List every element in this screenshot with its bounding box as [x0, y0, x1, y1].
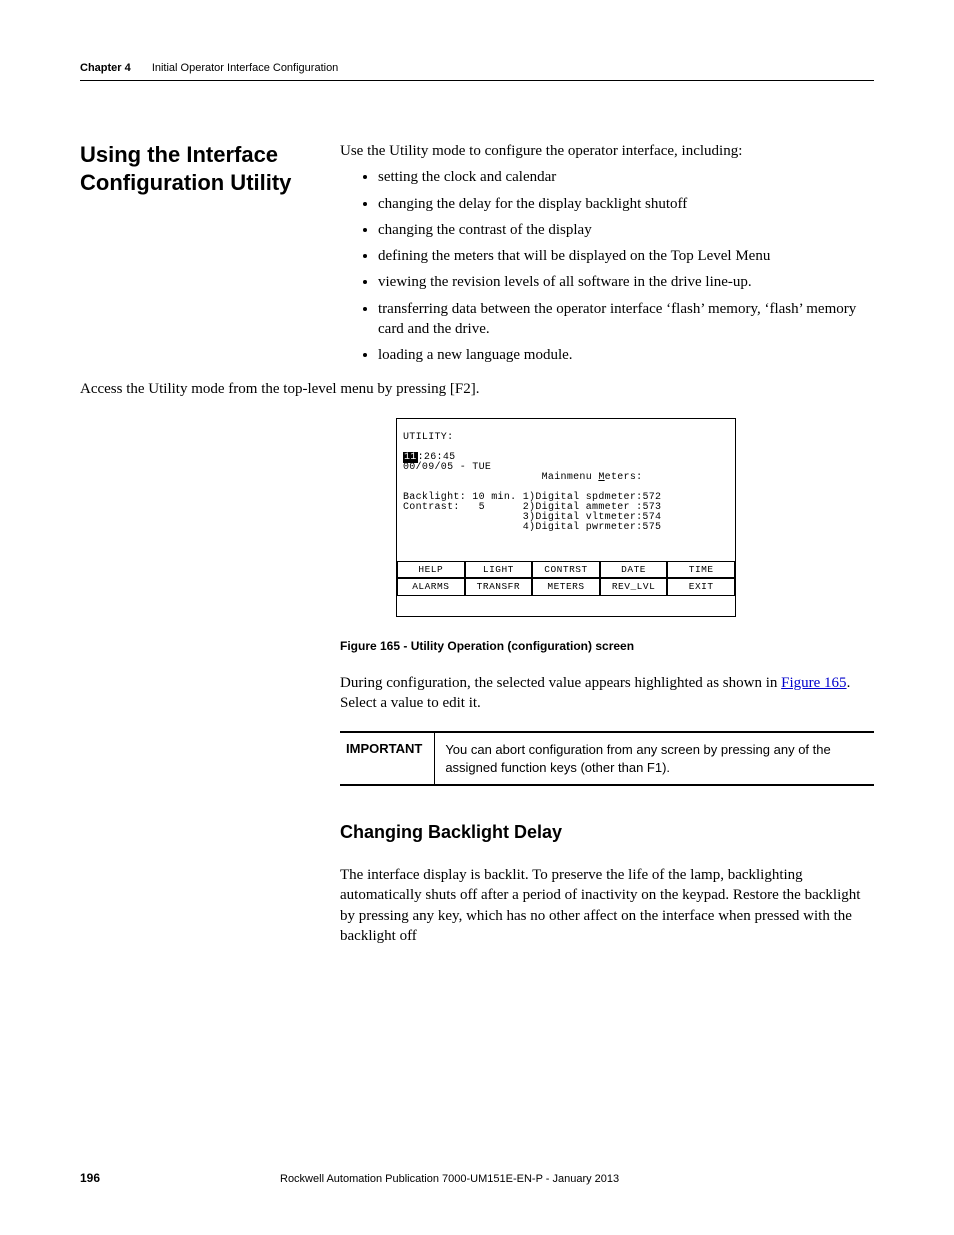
utility-screen-figure: UTILITY: 11:26:45 00/09/05 - TUE Mainmen…: [396, 418, 736, 617]
lcd-screen: UTILITY: 11:26:45 00/09/05 - TUE Mainmen…: [396, 418, 736, 617]
important-box: IMPORTANT You can abort configuration fr…: [340, 731, 874, 786]
footer-page-number: 196: [80, 1171, 280, 1185]
lcd-title: UTILITY:: [403, 432, 453, 443]
important-label: IMPORTANT: [340, 733, 435, 784]
list-item: transferring data between the operator i…: [378, 299, 874, 340]
lcd-body: UTILITY: 11:26:45 00/09/05 - TUE Mainmen…: [397, 429, 735, 541]
page-footer: 196 Rockwell Automation Publication 7000…: [80, 1171, 874, 1185]
lcd-meters-label-c: eters:: [605, 472, 643, 483]
lcd-meter4: 4)Digital pwrmeter:575: [523, 522, 662, 533]
header-title: Initial Operator Interface Configuration: [152, 62, 339, 74]
access-text: Access the Utility mode from the top-lev…: [80, 379, 874, 399]
lcd-btn-alarms: ALARMS: [397, 578, 465, 596]
during-config-text: During configuration, the selected value…: [340, 673, 874, 714]
section-heading: Using the Interface Configuration Utilit…: [80, 141, 330, 196]
figure-caption: Figure 165 - Utility Operation (configur…: [340, 639, 874, 653]
during-text-a: During configuration, the selected value…: [340, 675, 781, 691]
footer-publication: Rockwell Automation Publication 7000-UM1…: [280, 1173, 874, 1185]
list-item: viewing the revision levels of all softw…: [378, 272, 874, 292]
lcd-contrast: Contrast: 5: [403, 502, 485, 513]
list-item: setting the clock and calendar: [378, 167, 874, 187]
lcd-btn-revlvl: REV_LVL: [600, 578, 668, 596]
list-item: changing the contrast of the display: [378, 220, 874, 240]
lcd-btn-help: HELP: [397, 561, 465, 579]
lcd-btn-exit: EXIT: [667, 578, 735, 596]
intro-text: Use the Utility mode to configure the op…: [340, 141, 874, 161]
list-item: defining the meters that will be display…: [378, 246, 874, 266]
important-text: You can abort configuration from any scr…: [435, 733, 874, 784]
list-item: changing the delay for the display backl…: [378, 194, 874, 214]
lcd-btn-date: DATE: [600, 561, 668, 579]
list-item: loading a new language module.: [378, 345, 874, 365]
lcd-date: 00/09/05 - TUE: [403, 462, 491, 473]
lcd-btn-transfr: TRANSFR: [465, 578, 533, 596]
page-header: Chapter 4 Initial Operator Interface Con…: [80, 62, 874, 81]
lcd-btn-meters: METERS: [532, 578, 600, 596]
lcd-meters-label-a: Mainmenu: [542, 472, 599, 483]
sub-body: The interface display is backlit. To pre…: [340, 865, 874, 946]
figure-link[interactable]: Figure 165: [781, 675, 846, 691]
lcd-btn-light: LIGHT: [465, 561, 533, 579]
sub-heading: Changing Backlight Delay: [340, 822, 874, 843]
lcd-btn-time: TIME: [667, 561, 735, 579]
header-chapter: Chapter 4: [80, 62, 131, 74]
bullet-list: setting the clock and calendar changing …: [340, 167, 874, 365]
lcd-btn-contrst: CONTRST: [532, 561, 600, 579]
